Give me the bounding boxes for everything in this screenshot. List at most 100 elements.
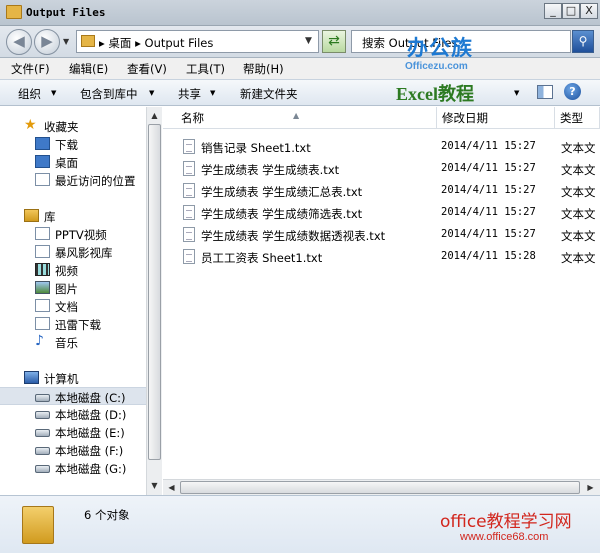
menu-tools[interactable]: 工具(T)	[186, 61, 225, 77]
share-button[interactable]: 共享	[178, 86, 201, 102]
nav-item-pptv[interactable]: PPTV视频	[0, 225, 146, 243]
close-button[interactable]: X	[580, 3, 598, 19]
new-folder-button[interactable]: 新建文件夹	[240, 86, 298, 102]
file-date: 2014/4/11 15:27	[441, 228, 536, 240]
nav-libraries[interactable]: 库	[0, 207, 146, 225]
column-header-name[interactable]: ▲ 名称	[163, 107, 437, 129]
file-list: ▲ 名称 修改日期 类型 销售记录 Sheet1.txt 2014/4/11 1…	[163, 107, 600, 495]
scroll-left-icon[interactable]: ◀	[164, 481, 179, 494]
text-file-icon	[183, 205, 195, 220]
folder-icon	[81, 35, 95, 47]
scroll-thumb[interactable]	[148, 124, 161, 460]
file-date: 2014/4/11 15:27	[441, 206, 536, 218]
nav-label: PPTV视频	[55, 228, 107, 242]
history-dropdown-icon[interactable]: ▼	[63, 37, 69, 46]
scroll-up-icon[interactable]: ▲	[148, 108, 161, 123]
nav-favorites[interactable]: ★ 收藏夹	[0, 117, 146, 135]
library-icon	[24, 209, 39, 222]
file-name: 学生成绩表 学生成绩汇总表.txt	[201, 185, 363, 199]
menu-view[interactable]: 查看(V)	[127, 61, 167, 77]
watermark-site-url: www.office68.com	[460, 531, 549, 543]
nav-item-recent[interactable]: 最近访问的位置	[0, 171, 146, 189]
file-row[interactable]: 学生成绩表 学生成绩表.txt 2014/4/11 15:27 文本文	[163, 158, 600, 180]
file-type: 文本文	[561, 185, 596, 199]
film-icon	[35, 263, 50, 276]
chevron-down-icon: ▼	[149, 89, 155, 97]
folder-icon	[6, 5, 22, 19]
document-icon	[35, 299, 50, 312]
file-date: 2014/4/11 15:27	[441, 162, 536, 174]
file-row[interactable]: 学生成绩表 学生成绩数据透视表.txt 2014/4/11 15:27 文本文	[163, 224, 600, 246]
nav-item-drive-c[interactable]: 本地磁盘 (C:)	[0, 387, 146, 405]
breadcrumb[interactable]: ▸ 桌面 ▸ Output Files	[99, 35, 213, 51]
menu-help[interactable]: 帮助(H)	[243, 61, 284, 77]
file-row[interactable]: 员工工资表 Sheet1.txt 2014/4/11 15:28 文本文	[163, 246, 600, 268]
watermark-logo-url: Officezu.com	[405, 61, 468, 72]
include-library-button[interactable]: 包含到库中	[80, 86, 138, 102]
view-dropdown-icon[interactable]: ▼	[514, 89, 519, 97]
nav-label: 收藏夹	[44, 120, 79, 134]
refresh-button[interactable]: ⇄	[322, 30, 346, 53]
picture-icon	[35, 281, 50, 294]
item-count: 6 个对象	[84, 508, 130, 522]
drive-icon	[35, 411, 50, 419]
nav-item-baofeng[interactable]: 暴风影视库	[0, 243, 146, 261]
preview-pane-icon[interactable]	[537, 85, 553, 99]
menu-file[interactable]: 文件(F)	[11, 61, 50, 77]
file-row[interactable]: 学生成绩表 学生成绩汇总表.txt 2014/4/11 15:27 文本文	[163, 180, 600, 202]
nav-item-documents[interactable]: 文档	[0, 297, 146, 315]
nav-item-pictures[interactable]: 图片	[0, 279, 146, 297]
file-type: 文本文	[561, 141, 596, 155]
column-header-label: 类型	[560, 111, 583, 125]
desktop-icon	[35, 155, 50, 168]
file-type: 文本文	[561, 251, 596, 265]
menu-edit[interactable]: 编辑(E)	[69, 61, 108, 77]
nav-item-desktop[interactable]: 桌面	[0, 153, 146, 171]
scroll-thumb[interactable]	[180, 481, 580, 494]
text-file-icon	[183, 161, 195, 176]
chevron-down-icon[interactable]: ▼	[305, 36, 312, 46]
nav-scrollbar[interactable]: ▲ ▼	[146, 107, 162, 495]
text-file-icon	[183, 249, 195, 264]
file-name: 销售记录 Sheet1.txt	[201, 141, 311, 155]
file-type: 文本文	[561, 163, 596, 177]
help-icon[interactable]: ?	[564, 83, 581, 100]
file-list-scrollbar[interactable]: ◀ ▶	[163, 479, 600, 495]
minimize-button[interactable]: _	[544, 3, 562, 19]
nav-label: 库	[44, 210, 56, 224]
nav-item-drive-d[interactable]: 本地磁盘 (D:)	[0, 405, 146, 423]
maximize-button[interactable]: □	[562, 3, 580, 19]
scroll-right-icon[interactable]: ▶	[583, 481, 598, 494]
nav-computer[interactable]: 计算机	[0, 369, 146, 387]
recent-places-icon	[35, 173, 50, 186]
path-field[interactable]: ▸ 桌面 ▸ Output Files ▼	[76, 30, 319, 53]
text-file-icon	[183, 227, 195, 242]
organize-button[interactable]: 组织	[18, 86, 41, 102]
nav-item-videos[interactable]: 视频	[0, 261, 146, 279]
back-button[interactable]: ◀	[6, 29, 32, 55]
nav-item-downloads[interactable]: 下载	[0, 135, 146, 153]
file-type: 文本文	[561, 207, 596, 221]
file-row[interactable]: 学生成绩表 学生成绩筛选表.txt 2014/4/11 15:27 文本文	[163, 202, 600, 224]
file-name: 学生成绩表 学生成绩表.txt	[201, 163, 340, 177]
column-header-type[interactable]: 类型	[555, 107, 600, 129]
title-bar: Output Files _ □ X	[0, 0, 600, 26]
nav-item-music[interactable]: ♪ 音乐	[0, 333, 146, 351]
text-file-icon	[183, 139, 195, 154]
file-type: 文本文	[561, 229, 596, 243]
nav-item-drive-g[interactable]: 本地磁盘 (G:)	[0, 459, 146, 477]
nav-item-xunlei[interactable]: 迅雷下载	[0, 315, 146, 333]
search-icon[interactable]: ⚲	[572, 30, 594, 53]
nav-item-drive-f[interactable]: 本地磁盘 (F:)	[0, 441, 146, 459]
column-header-label: 名称	[181, 111, 204, 125]
chevron-down-icon: ▼	[51, 89, 57, 97]
nav-label: 本地磁盘 (D:)	[55, 408, 127, 422]
watermark-excel: Excel教程	[396, 84, 474, 104]
file-date: 2014/4/11 15:27	[441, 140, 536, 152]
nav-item-drive-e[interactable]: 本地磁盘 (E:)	[0, 423, 146, 441]
nav-label: 音乐	[55, 336, 78, 350]
scroll-down-icon[interactable]: ▼	[148, 478, 161, 493]
forward-button[interactable]: ▶	[34, 29, 60, 55]
column-header-modified[interactable]: 修改日期	[437, 107, 555, 129]
file-row[interactable]: 销售记录 Sheet1.txt 2014/4/11 15:27 文本文	[163, 136, 600, 158]
